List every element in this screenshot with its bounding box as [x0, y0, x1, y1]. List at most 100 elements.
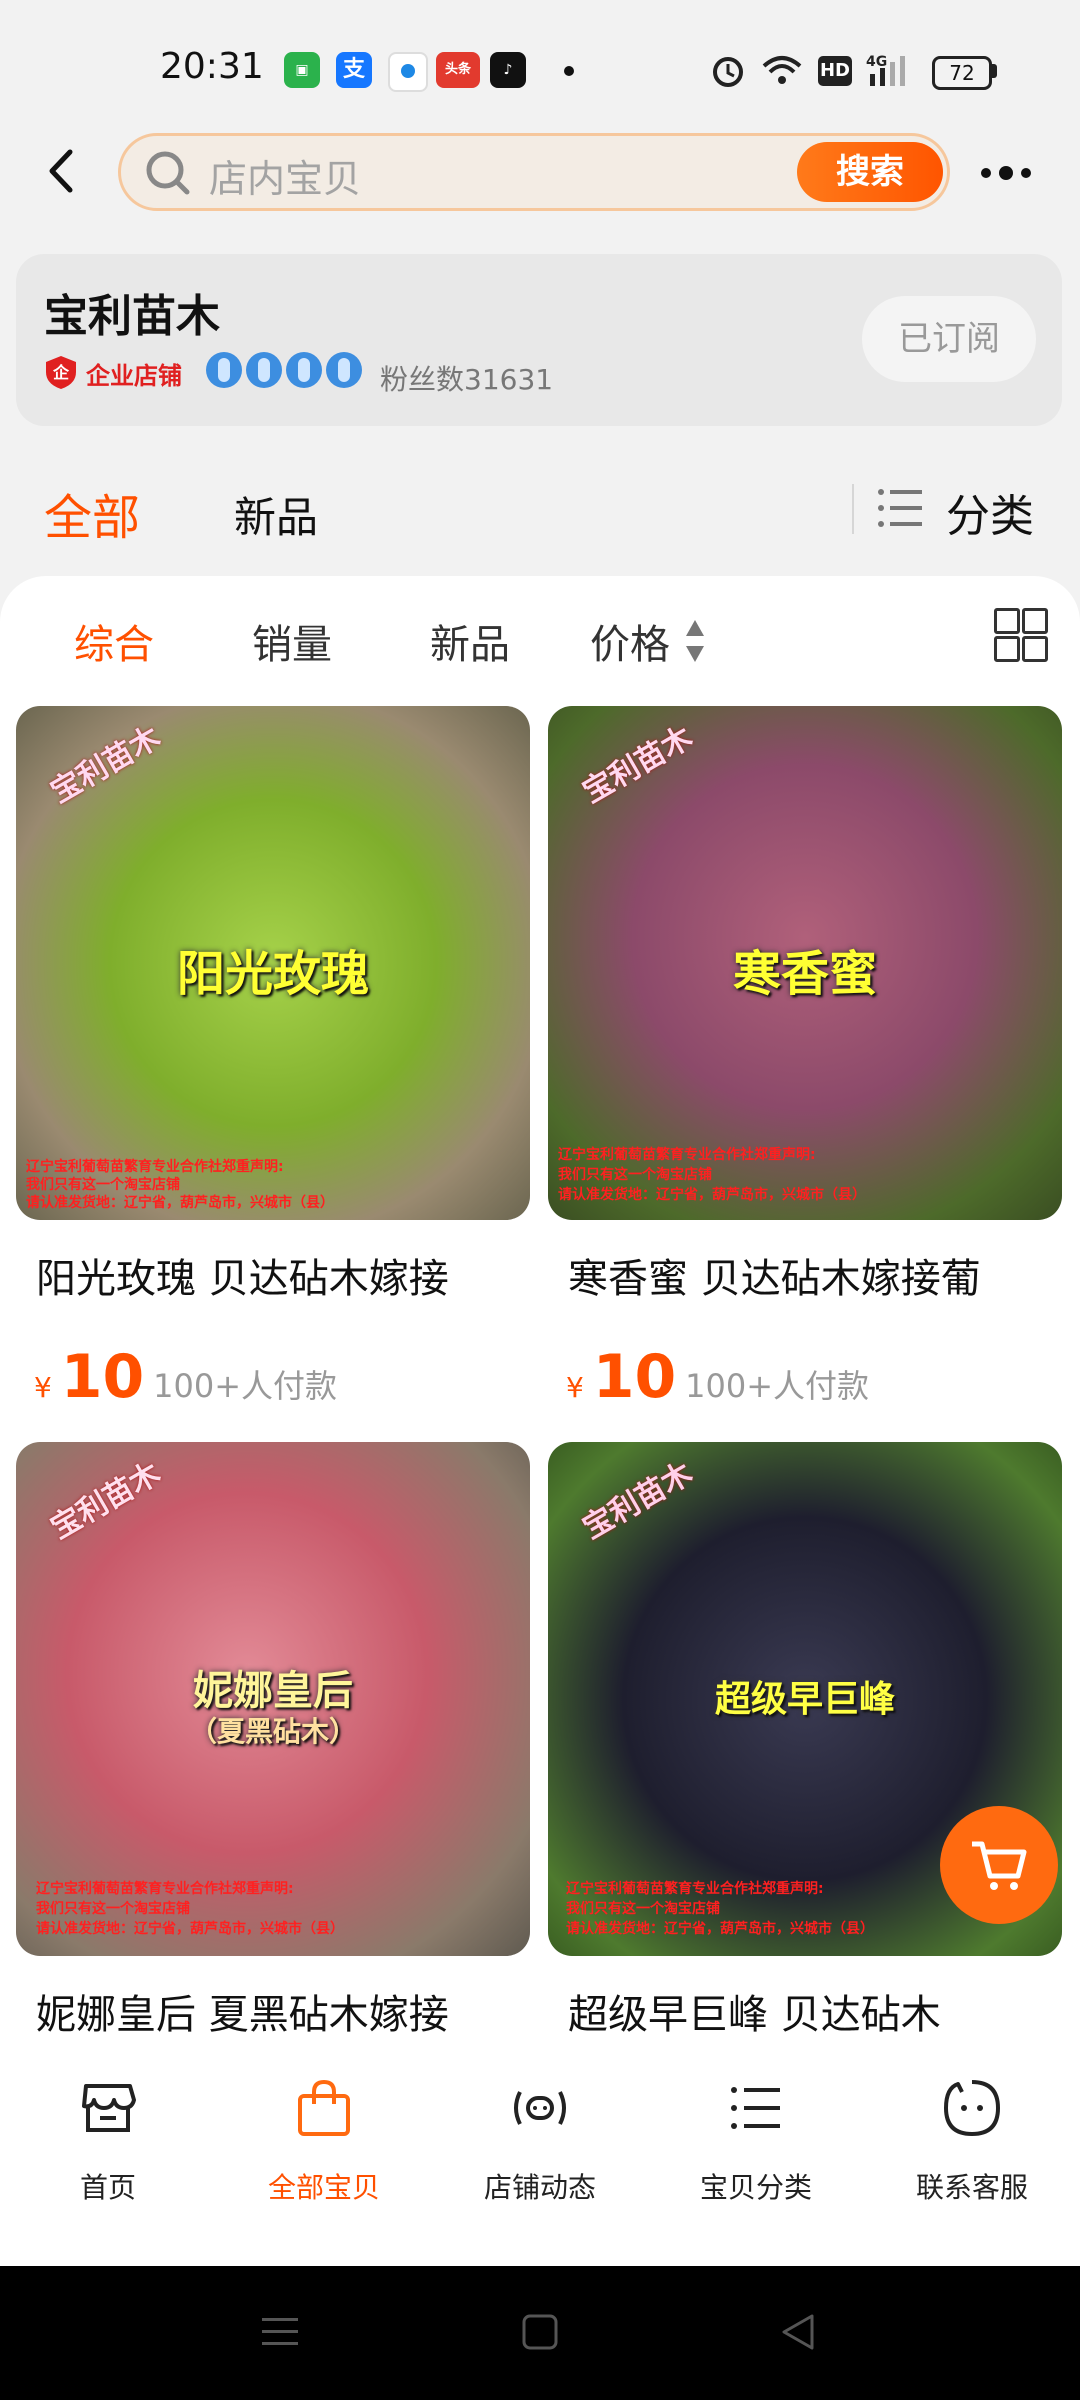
subscribe-button[interactable]: 已订阅: [862, 296, 1036, 382]
product-image[interactable]: 宝利苗木 寒香蜜 辽宁宝利葡萄苗繁育专业合作社郑重声明: 我们只有这一个淘宝店铺…: [548, 706, 1062, 1220]
product-notice-line: 请认准发货地：辽宁省，葫芦岛市，兴城市（县）: [36, 1921, 344, 1937]
svg-text:企: 企: [52, 363, 70, 382]
status-bar: 20:31 ▣ 支 头条 ♪ HD 4G 72: [0, 0, 1080, 130]
product-notice-line: 我们只有这一个淘宝店铺: [36, 1901, 190, 1917]
tab-all[interactable]: 全部: [44, 478, 140, 548]
paid-count: 100+人付款: [153, 1367, 338, 1405]
product-notice-line: 辽宁宝利葡萄苗繁育专业合作社郑重声明:: [26, 1159, 284, 1175]
enterprise-shield-icon: 企: [46, 356, 76, 389]
price-value: 10: [592, 1342, 677, 1412]
wifi-icon: [762, 56, 802, 84]
product-title[interactable]: 妮娜皇后 夏黑砧木嫁接: [36, 1982, 550, 2040]
product-notice-line: 请认准发货地：辽宁省，葫芦岛市，兴城市（县）: [566, 1921, 874, 1937]
alarm-icon: [713, 57, 743, 87]
product-image-subcaption: （夏黑砧木）: [188, 1715, 357, 1748]
category-list-icon[interactable]: [876, 486, 924, 530]
sort-price[interactable]: 价格: [590, 612, 670, 670]
paid-count: 100+人付款: [685, 1367, 870, 1405]
battery-tip: [992, 64, 997, 78]
back-arrow-icon[interactable]: [42, 146, 82, 196]
search-icon: [146, 151, 190, 195]
broadcast-icon: [514, 2091, 566, 2125]
crown-icon: [246, 352, 282, 388]
store-name: 宝利苗木: [44, 291, 220, 342]
price-value: 10: [60, 1342, 145, 1412]
tab-divider: [852, 484, 854, 534]
nav-item-store-updates[interactable]: 店铺动态: [432, 2042, 648, 2266]
search-input[interactable]: 店内宝贝 搜索: [118, 133, 950, 211]
crown-icon: [286, 352, 322, 388]
nav-item-home[interactable]: 首页: [0, 2042, 216, 2266]
sort-sales[interactable]: 销量: [252, 612, 332, 670]
product-price: ¥ 10 100+人付款: [566, 1342, 869, 1412]
tiktok-icon: ♪: [490, 52, 526, 88]
signal-icon: 4G: [866, 54, 905, 86]
product-price: ¥ 10 100+人付款: [34, 1342, 337, 1412]
sort-composite[interactable]: 综合: [74, 612, 154, 670]
more-options-icon[interactable]: [976, 160, 1036, 186]
search-placeholder: 店内宝贝: [209, 157, 362, 201]
toutiao-icon: 头条: [436, 52, 480, 88]
product-card[interactable]: 宝利苗木 阳光玫瑰 辽宁宝利葡萄苗繁育专业合作社郑重声明: 我们只有这一个淘宝店…: [16, 706, 530, 1412]
product-notice-line: 辽宁宝利葡萄苗繁育专业合作社郑重声明:: [566, 1881, 824, 1897]
alipay-icon: 支: [336, 52, 372, 88]
product-notice-line: 我们只有这一个淘宝店铺: [26, 1177, 180, 1193]
crown-rating: [206, 352, 362, 388]
product-notice-line: 请认准发货地：辽宁省，葫芦岛市，兴城市（县）: [26, 1195, 334, 1211]
product-panel: 综合 销量 新品 价格 宝利苗木 阳光玫瑰 辽宁宝利葡萄苗繁育专业合作社郑重声明…: [0, 576, 1080, 2056]
enterprise-badge: 企业店铺: [86, 362, 182, 390]
product-image-caption: 阳光玫瑰: [176, 946, 369, 1002]
nav-item-all-products[interactable]: 全部宝贝: [216, 2042, 432, 2266]
price-currency: ¥: [34, 1371, 52, 1404]
cart-button[interactable]: [940, 1806, 1058, 1924]
crown-icon: [206, 352, 242, 388]
store-icon: [82, 2084, 136, 2132]
hd-icon: HD: [818, 56, 852, 86]
nav-label: 首页: [79, 2171, 136, 2204]
nav-label: 联系客服: [915, 2171, 1028, 2204]
sort-new[interactable]: 新品: [430, 612, 510, 670]
menu-icon[interactable]: [260, 2312, 300, 2352]
product-image[interactable]: 宝利苗木 妮娜皇后 （夏黑砧木） 辽宁宝利葡萄苗繁育专业合作社郑重声明: 我们只…: [16, 1442, 530, 1956]
product-notice-line: 我们只有这一个淘宝店铺: [558, 1167, 712, 1183]
shopping-app-icon: ▣: [284, 52, 320, 88]
product-notice-line: 辽宁宝利葡萄苗繁育专业合作社郑重声明:: [558, 1147, 816, 1163]
list-icon: [731, 2087, 780, 2129]
fans-count: 粉丝数31631: [380, 363, 554, 396]
nav-item-categories[interactable]: 宝贝分类: [648, 2042, 864, 2266]
product-image-caption: 超级早巨峰: [714, 1678, 895, 1720]
more-notifications-dot: [564, 66, 574, 76]
product-notice-line: 辽宁宝利葡萄苗繁育专业合作社郑重声明:: [36, 1881, 294, 1897]
product-image[interactable]: 宝利苗木 阳光玫瑰 辽宁宝利葡萄苗繁育专业合作社郑重声明: 我们只有这一个淘宝店…: [16, 706, 530, 1220]
battery-icon: 72: [932, 56, 992, 90]
bottom-navigation: 首页 全部宝贝 店铺动态 宝贝分类 联系客服: [0, 2042, 1080, 2266]
nav-label: 宝贝分类: [699, 2171, 812, 2204]
price-sort-arrows-icon[interactable]: [685, 618, 705, 664]
crown-icon: [326, 352, 362, 388]
product-title[interactable]: 寒香蜜 贝达砧木嫁接葡: [568, 1246, 1080, 1304]
product-image-caption: 寒香蜜: [732, 946, 877, 1002]
svg-text:4G: 4G: [866, 54, 887, 70]
cart-icon: [972, 1841, 1027, 1890]
browser-app-icon: [388, 52, 428, 92]
bag-icon: [298, 2079, 350, 2136]
product-image-caption: 妮娜皇后: [193, 1667, 353, 1714]
product-title[interactable]: 超级早巨峰 贝达砧木: [568, 1982, 1080, 2040]
search-button[interactable]: 搜索: [797, 142, 943, 202]
product-card[interactable]: 宝利苗木 妮娜皇后 （夏黑砧木） 辽宁宝利葡萄苗繁育专业合作社郑重声明: 我们只…: [16, 1442, 530, 2038]
home-icon[interactable]: [520, 2312, 560, 2352]
product-card[interactable]: 宝利苗木 寒香蜜 辽宁宝利葡萄苗繁育专业合作社郑重声明: 我们只有这一个淘宝店铺…: [548, 706, 1062, 1412]
tab-category[interactable]: 分类: [946, 480, 1034, 544]
product-notice-line: 请认准发货地：辽宁省，葫芦岛市，兴城市（县）: [558, 1187, 866, 1203]
nav-label: 店铺动态: [483, 2171, 596, 2204]
grid-view-toggle-icon[interactable]: [994, 608, 1048, 662]
chat-icon: [944, 2080, 1000, 2136]
product-notice-line: 我们只有这一个淘宝店铺: [566, 1901, 720, 1917]
back-icon[interactable]: [778, 2312, 818, 2352]
tab-new[interactable]: 新品: [234, 484, 318, 545]
store-card[interactable]: 宝利苗木 企 企业店铺 粉丝数31631 已订阅: [16, 254, 1062, 426]
system-navigation-bar: [0, 2266, 1080, 2400]
product-watermark: 宝利苗木: [577, 719, 699, 811]
nav-item-customer-service[interactable]: 联系客服: [864, 2042, 1080, 2266]
product-title[interactable]: 阳光玫瑰 贝达砧木嫁接: [36, 1246, 550, 1304]
